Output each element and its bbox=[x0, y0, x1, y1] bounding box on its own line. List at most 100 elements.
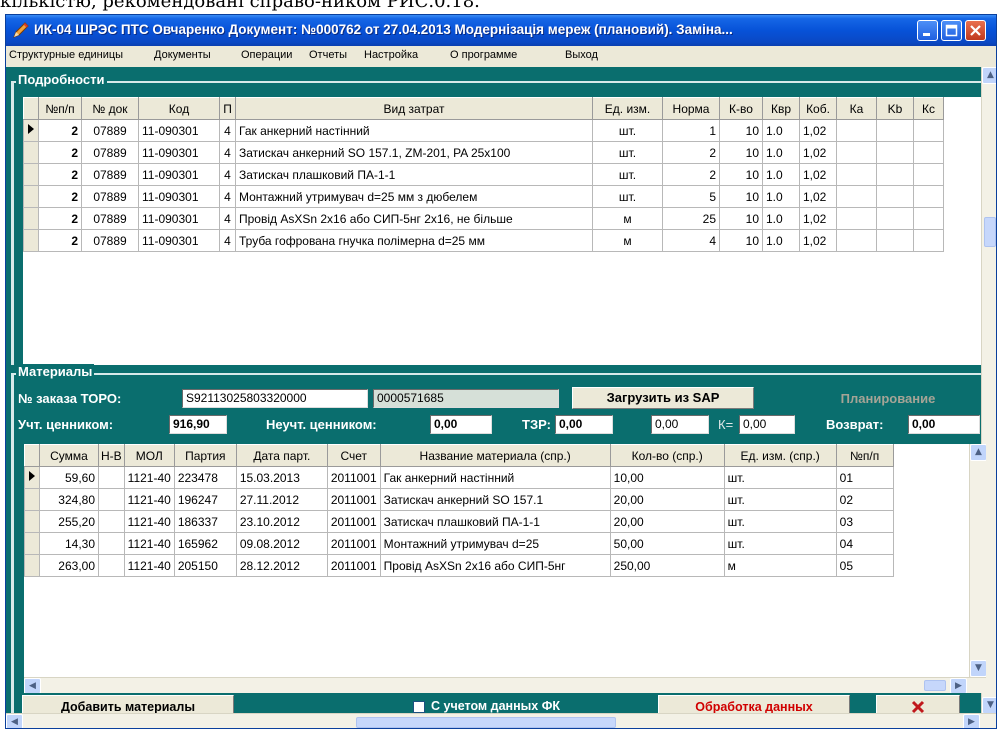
cell-unit[interactable]: м bbox=[592, 229, 663, 252]
materials-horizontal-scrollbar[interactable]: ◀ ▶ bbox=[24, 677, 986, 693]
cell-batch-date[interactable]: 28.12.2012 bbox=[235, 554, 328, 577]
cell-sum[interactable]: 263,00 bbox=[39, 554, 99, 577]
cell-unit[interactable]: шт. bbox=[723, 488, 837, 511]
cell-material-name[interactable]: Монтажний утримувач d=25 bbox=[379, 532, 611, 555]
cell-unit[interactable]: шт. bbox=[723, 466, 837, 489]
table-row[interactable]: 2 07889 11-090301 4 Провід AsXSn 2x16 аб… bbox=[23, 207, 944, 230]
title-bar[interactable]: ИК-04 ШРЭС ПТС Овчаренко Документ: №0007… bbox=[6, 15, 996, 46]
cell-ka[interactable] bbox=[836, 163, 877, 186]
cell-kb[interactable] bbox=[876, 207, 914, 230]
cell-cost-type[interactable]: Провід AsXSn 2x16 або СИП-5нг 2x16, не б… bbox=[235, 207, 593, 230]
cell-batch[interactable]: 196247 bbox=[173, 488, 237, 511]
tzr-secondary-field[interactable]: 0,00 bbox=[651, 415, 709, 434]
cell-num[interactable]: 2 bbox=[38, 119, 82, 142]
cell-ka[interactable] bbox=[836, 229, 877, 252]
order-number-field[interactable]: S92113025803320000 bbox=[182, 389, 368, 408]
cell-qty[interactable]: 10 bbox=[719, 119, 763, 142]
column-header[interactable]: Название материала (спр.) bbox=[379, 444, 611, 467]
cell-nv[interactable] bbox=[98, 554, 125, 577]
cell-unit[interactable]: м bbox=[592, 207, 663, 230]
cell-qty[interactable]: 10 bbox=[719, 229, 763, 252]
cell-kc[interactable] bbox=[913, 185, 944, 208]
cell-cost-type[interactable]: Труба гофрована гнучка полімерна d=25 мм bbox=[235, 229, 593, 252]
cell-cost-type[interactable]: Затискач плашковий ПА-1-1 bbox=[235, 163, 593, 186]
cell-unit[interactable]: шт. bbox=[592, 141, 663, 164]
column-header[interactable]: Ед. изм. bbox=[592, 97, 663, 120]
cell-norm[interactable]: 2 bbox=[662, 163, 720, 186]
load-from-sap-button[interactable]: Загрузить из SAP bbox=[572, 387, 754, 409]
cell-doc[interactable]: 07889 bbox=[81, 119, 139, 142]
scroll-thumb[interactable] bbox=[984, 217, 996, 247]
scroll-down-button[interactable]: ▼ bbox=[970, 660, 986, 677]
column-header[interactable]: Вид затрат bbox=[235, 97, 593, 120]
cell-norm[interactable]: 5 bbox=[662, 185, 720, 208]
scroll-thumb[interactable] bbox=[356, 717, 616, 728]
cell-batch-date[interactable]: 27.11.2012 bbox=[235, 488, 328, 511]
cell-kb[interactable] bbox=[876, 119, 914, 142]
cell-material-name[interactable]: Провід AsXSn 2x16 або СИП-5нг bbox=[379, 554, 611, 577]
cell-account[interactable]: 2011001 bbox=[326, 510, 381, 533]
cell-qty[interactable]: 10 bbox=[719, 207, 763, 230]
cell-p[interactable]: 4 bbox=[219, 185, 236, 208]
cell-kc[interactable] bbox=[913, 141, 944, 164]
cell-kob[interactable]: 1,02 bbox=[799, 163, 837, 186]
cell-code[interactable]: 11-090301 bbox=[138, 229, 220, 252]
scroll-right-button[interactable]: ▶ bbox=[950, 678, 967, 693]
table-row[interactable]: 2 07889 11-090301 4 Монтажний утримувач … bbox=[23, 185, 944, 208]
cell-num[interactable]: 04 bbox=[835, 532, 894, 555]
cell-doc[interactable]: 07889 bbox=[81, 163, 139, 186]
cell-unit[interactable]: шт. bbox=[592, 163, 663, 186]
cell-kb[interactable] bbox=[876, 229, 914, 252]
scroll-up-button[interactable]: ▲ bbox=[982, 67, 996, 84]
cell-norm[interactable]: 25 bbox=[662, 207, 720, 230]
cell-qty[interactable]: 50,00 bbox=[609, 532, 725, 555]
cell-kc[interactable] bbox=[913, 163, 944, 186]
column-header[interactable]: К-во bbox=[719, 97, 763, 120]
menu-structural-units[interactable]: Структурные единицы bbox=[9, 49, 123, 61]
column-header[interactable]: Kb bbox=[876, 97, 914, 120]
cell-doc[interactable]: 07889 bbox=[81, 185, 139, 208]
cell-kb[interactable] bbox=[876, 141, 914, 164]
menu-settings[interactable]: Настройка bbox=[364, 49, 418, 61]
details-grid[interactable]: №п/п № док Код П Вид затрат Ед. изм. Нор… bbox=[23, 97, 983, 365]
cell-cost-type[interactable]: Гак анкерний настінний bbox=[235, 119, 593, 142]
cell-unit[interactable]: шт. bbox=[592, 185, 663, 208]
cell-code[interactable]: 11-090301 bbox=[138, 185, 220, 208]
cell-kob[interactable]: 1,02 bbox=[799, 229, 837, 252]
cell-p[interactable]: 4 bbox=[219, 141, 236, 164]
scroll-down-button[interactable]: ▼ bbox=[982, 697, 996, 714]
cell-nv[interactable] bbox=[98, 510, 125, 533]
cell-kb[interactable] bbox=[876, 163, 914, 186]
column-header[interactable]: Коб. bbox=[799, 97, 837, 120]
cell-kvr[interactable]: 1.0 bbox=[762, 207, 800, 230]
cell-sum[interactable]: 255,20 bbox=[39, 510, 99, 533]
cell-num[interactable]: 2 bbox=[38, 163, 82, 186]
cell-batch[interactable]: 165962 bbox=[173, 532, 237, 555]
scroll-up-button[interactable]: ▲ bbox=[970, 444, 986, 461]
column-header[interactable]: Счет bbox=[326, 444, 381, 467]
cell-material-name[interactable]: Затискач плашковий ПА-1-1 bbox=[379, 510, 611, 533]
table-row[interactable]: 263,00 1121-40 205150 28.12.2012 2011001… bbox=[24, 554, 894, 577]
cell-qty[interactable]: 20,00 bbox=[609, 510, 725, 533]
cell-qty[interactable]: 10 bbox=[719, 141, 763, 164]
cell-batch[interactable]: 205150 bbox=[173, 554, 237, 577]
cell-nv[interactable] bbox=[98, 466, 125, 489]
menu-documents[interactable]: Документы bbox=[154, 49, 211, 61]
cell-kob[interactable]: 1,02 bbox=[799, 119, 837, 142]
column-header[interactable]: Н-В bbox=[98, 444, 125, 467]
cell-unit[interactable]: шт. bbox=[592, 119, 663, 142]
table-row[interactable]: 2 07889 11-090301 4 Гак анкерний настінн… bbox=[23, 119, 944, 142]
maximize-button[interactable] bbox=[941, 20, 962, 41]
order-secondary-field[interactable]: 0000571685 bbox=[373, 389, 559, 408]
cell-sum[interactable]: 59,60 bbox=[39, 466, 99, 489]
cell-kob[interactable]: 1,02 bbox=[799, 141, 837, 164]
cell-code[interactable]: 11-090301 bbox=[138, 163, 220, 186]
cell-code[interactable]: 11-090301 bbox=[138, 119, 220, 142]
scroll-left-button[interactable]: ◀ bbox=[6, 714, 23, 728]
unaccounted-field[interactable]: 0,00 bbox=[430, 415, 492, 434]
column-header[interactable]: Ка bbox=[836, 97, 877, 120]
cell-norm[interactable]: 2 bbox=[662, 141, 720, 164]
accounted-field[interactable]: 916,90 bbox=[169, 415, 227, 434]
cell-qty[interactable]: 10 bbox=[719, 185, 763, 208]
column-header[interactable]: Ед. изм. (спр.) bbox=[723, 444, 837, 467]
